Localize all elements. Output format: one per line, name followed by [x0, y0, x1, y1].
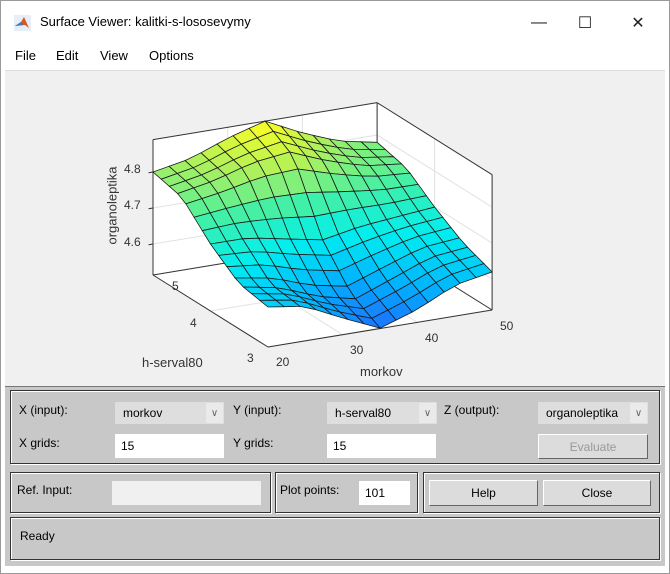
x-tick-label: 50: [500, 319, 514, 333]
x-tick-label: 20: [276, 355, 290, 369]
y-input-value: h-serval80: [335, 406, 392, 420]
y-tick-label: 3: [247, 351, 254, 365]
x-axis-label: morkov: [360, 364, 403, 379]
z-tick-label: 4.8: [124, 162, 141, 176]
surface-plot[interactable]: [0, 0, 670, 400]
x-tick-label: 30: [350, 343, 364, 357]
y-tick-label: 5: [172, 279, 179, 293]
x-input-value: morkov: [123, 406, 163, 420]
x-input-label: X (input):: [19, 403, 68, 417]
status-text: Ready: [20, 529, 55, 543]
x-input-dropdown[interactable]: morkov ∨: [115, 402, 224, 424]
z-axis-label: organoleptika: [104, 166, 120, 245]
z-output-dropdown[interactable]: organoleptika ∨: [538, 402, 648, 424]
y-input-label: Y (input):: [233, 403, 282, 417]
z-output-value: organoleptika: [546, 406, 619, 420]
z-tick-mark: [148, 207, 154, 210]
ref-input-field[interactable]: [112, 481, 261, 505]
evaluate-button[interactable]: Evaluate: [538, 434, 648, 459]
z-tick-mark: [148, 171, 154, 174]
z-tick-mark: [148, 243, 154, 246]
x-grids-label: X grids:: [19, 436, 60, 450]
y-tick-label: 4: [190, 316, 197, 330]
close-button[interactable]: Close: [543, 480, 651, 506]
x-tick-label: 40: [425, 331, 439, 345]
chevron-down-icon: ∨: [419, 403, 436, 423]
x-grids-input[interactable]: 15: [115, 434, 224, 458]
y-axis-label: h-serval80: [142, 355, 203, 370]
y-grids-label: Y grids:: [233, 436, 274, 450]
help-button[interactable]: Help: [429, 480, 538, 506]
ref-input-label: Ref. Input:: [17, 483, 73, 497]
z-tick-label: 4.7: [124, 198, 141, 212]
status-panel: [10, 517, 660, 560]
y-input-dropdown[interactable]: h-serval80 ∨: [327, 402, 437, 424]
plot-points-input[interactable]: 101: [359, 481, 410, 505]
chevron-down-icon: ∨: [206, 403, 223, 423]
z-tick-label: 4.6: [124, 235, 141, 249]
chevron-down-icon: ∨: [630, 403, 647, 423]
z-output-label: Z (output):: [444, 403, 500, 417]
y-grids-input[interactable]: 15: [327, 434, 436, 458]
plot-points-label: Plot points:: [280, 483, 340, 497]
